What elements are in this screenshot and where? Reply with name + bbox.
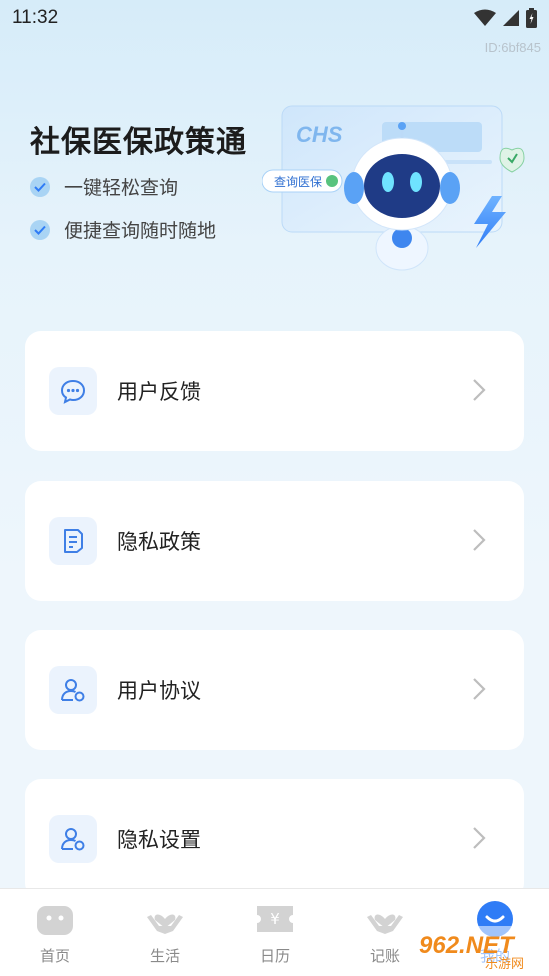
status-time: 11:32 [12, 7, 59, 28]
menu-item-privacy-policy[interactable]: 隐私政策 [25, 481, 524, 601]
battery-icon [526, 8, 537, 28]
badge-text: 查询医保 [274, 175, 322, 189]
nav-label: 日历 [259, 947, 290, 965]
menu-item-label: 用户协议 [117, 679, 201, 703]
check-icon [30, 219, 50, 240]
chat-bubble-icon [49, 367, 97, 415]
check-icon [30, 176, 50, 197]
user-shield-icon [49, 815, 97, 863]
chevron-right-icon [473, 379, 486, 401]
nav-item-home[interactable]: 首页 [15, 899, 95, 966]
menu-item-feedback[interactable]: 用户反馈 [25, 331, 524, 451]
menu-item-user-agreement[interactable]: 用户协议 [25, 630, 524, 750]
nav-label: 生活 [149, 947, 180, 965]
yen-ticket-icon: ¥ [255, 899, 295, 939]
hero-feature-label: 便捷查询随时随地 [64, 220, 217, 242]
watermark-logo: 962.NET 乐游网 [413, 926, 543, 972]
hero-title: 社保医保政策通 [30, 125, 247, 160]
nav-item-life[interactable]: 生活 [125, 899, 205, 966]
nav-item-calendar[interactable]: ¥ 日历 [235, 899, 315, 966]
hands-heart-icon [365, 899, 405, 939]
wifi-icon [474, 9, 496, 26]
hero-feature-2: 便捷查询随时随地 [30, 216, 216, 243]
menu-item-label: 隐私政策 [117, 530, 201, 554]
menu-item-label: 隐私设置 [117, 828, 201, 852]
status-bar: 11:32 [0, 0, 549, 36]
menu-item-label: 用户反馈 [117, 380, 201, 404]
svg-text:¥: ¥ [270, 910, 280, 928]
watermark-sub-text: 乐游网 [485, 957, 524, 972]
user-shield-icon [49, 666, 97, 714]
chevron-right-icon [473, 529, 486, 551]
chevron-right-icon [473, 678, 486, 700]
nav-label: 首页 [39, 947, 70, 965]
home-icon [35, 899, 75, 939]
status-icons [474, 8, 537, 28]
page-id: ID:6bf845 [484, 40, 541, 55]
watermark-main-text: 962.NET [419, 932, 516, 959]
document-icon [49, 517, 97, 565]
menu-item-privacy-settings[interactable]: 隐私设置 [25, 779, 524, 899]
robot-card-illustration: CHS 查询医保 [262, 105, 525, 271]
chevron-right-icon [473, 827, 486, 849]
hero-feature-label: 一键轻松查询 [64, 177, 179, 199]
hands-heart-icon [145, 899, 185, 939]
hero-feature-1: 一键轻松查询 [30, 173, 178, 200]
card-logo-text: CHS [296, 122, 343, 147]
cell-signal-icon [503, 10, 519, 26]
